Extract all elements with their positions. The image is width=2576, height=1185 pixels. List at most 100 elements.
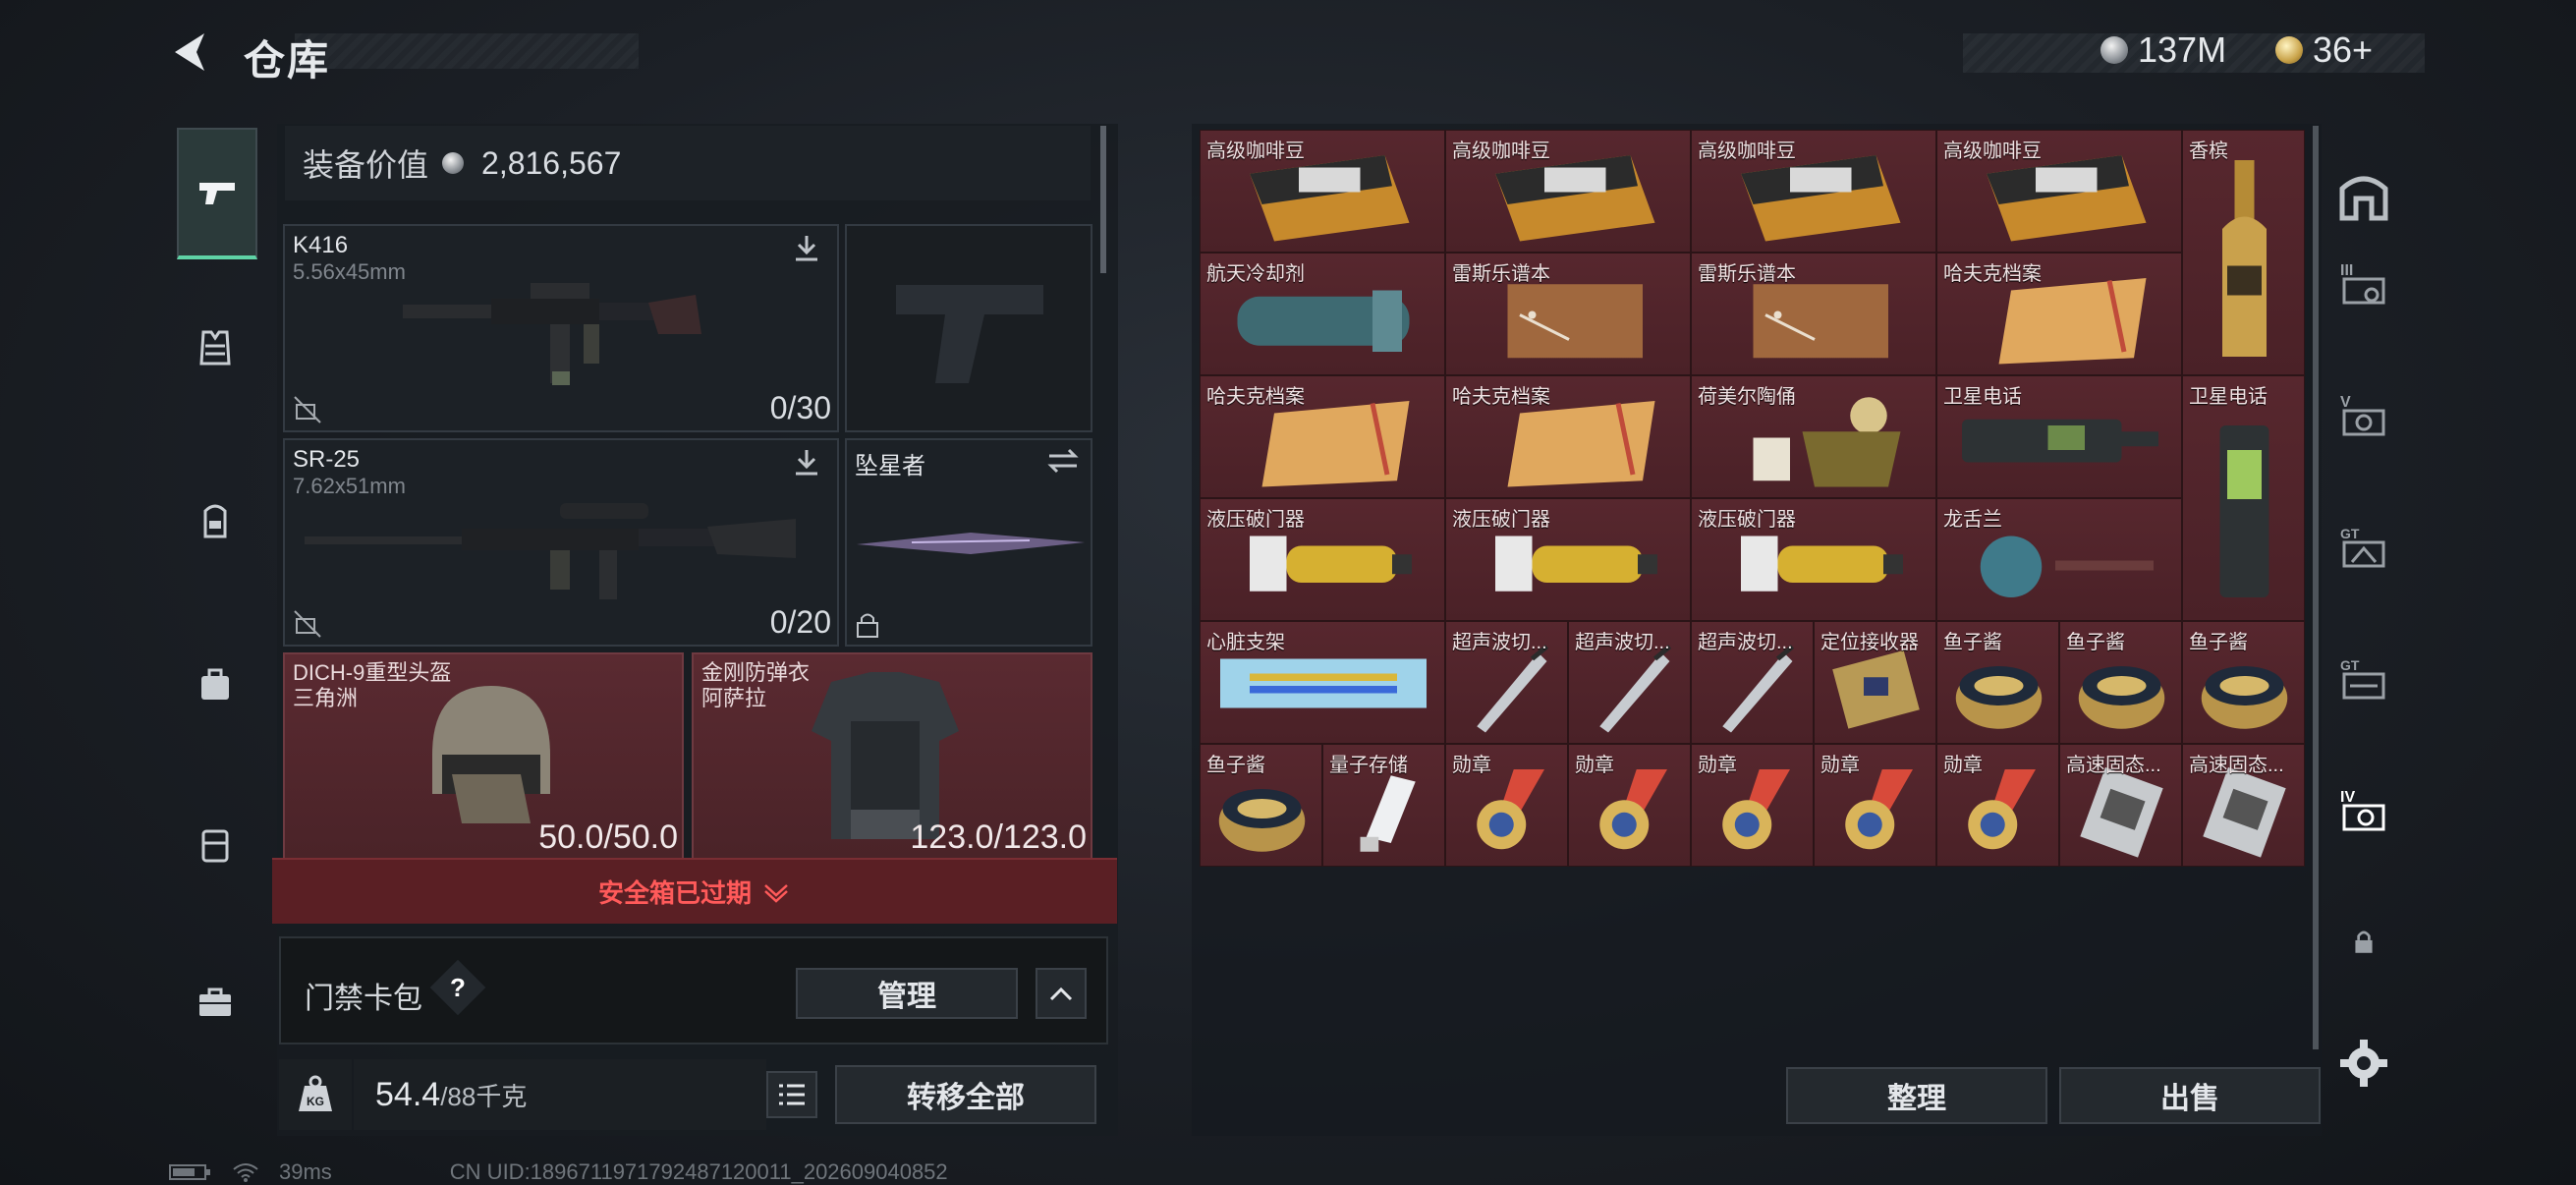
safebox-expired-bar[interactable]: 安全箱已过期: [272, 858, 1117, 924]
nav-case[interactable]: [177, 939, 253, 1065]
inventory-item[interactable]: 鱼子酱: [1936, 621, 2059, 744]
armor-name: 金刚防弹衣: [701, 660, 811, 685]
inventory-item[interactable]: 高级咖啡豆: [1200, 130, 1445, 253]
inventory-item[interactable]: 液压破门器: [1445, 498, 1691, 621]
tab-storage-IV[interactable]: IV: [2328, 774, 2399, 845]
inventory-item[interactable]: 鱼子酱: [1200, 744, 1322, 867]
nav-weapon[interactable]: [177, 128, 257, 259]
uid-text: CN UID:1896711971792487120011_2026090408…: [449, 1159, 948, 1184]
inventory-item[interactable]: 高级咖啡豆: [1936, 130, 2182, 253]
home-tab-icon: [2339, 176, 2388, 221]
armor-slot[interactable]: 金刚防弹衣 阿萨拉 123.0/123.0: [692, 652, 1092, 861]
tab-home[interactable]: [2328, 161, 2399, 232]
inventory-item[interactable]: 心脏支架: [1200, 621, 1445, 744]
inventory-item[interactable]: 高级咖啡豆: [1691, 130, 1936, 253]
loadout-scrollbar[interactable]: [1100, 126, 1106, 273]
silver-currency[interactable]: 137M: [2100, 29, 2226, 71]
inventory-item[interactable]: 卫星电话: [1936, 375, 2182, 498]
ammo-count: 0/30: [769, 390, 831, 425]
inventory-item[interactable]: 勋章: [1691, 744, 1814, 867]
inventory-grid: 高级咖啡豆 高级咖啡豆 高级咖啡豆 高级咖啡豆 香槟 航天冷却剂 雷斯乐谱本 雷斯乐谱本 哈夫克…: [1200, 130, 2305, 867]
inventory-item[interactable]: 高级咖啡豆: [1445, 130, 1691, 253]
tab-storage-V[interactable]: V: [2328, 379, 2399, 450]
nav-backpack[interactable]: [177, 458, 253, 584]
inventory-item[interactable]: 定位接收器: [1814, 621, 1936, 744]
helmet-slot[interactable]: DICH-9重型头盔 三角洲 50.0/50.0: [283, 652, 684, 861]
inventory-scrollbar[interactable]: [2313, 126, 2319, 1049]
inventory-item[interactable]: 哈夫克档案: [1200, 375, 1445, 498]
svg-text:IV: IV: [2340, 789, 2355, 806]
melee-name: 坠星者: [855, 453, 925, 480]
settings-button[interactable]: [2328, 1028, 2399, 1099]
rifle-image: [403, 283, 701, 385]
inventory-item[interactable]: 哈夫克档案: [1936, 253, 2182, 375]
silver-coin-icon: [442, 152, 465, 174]
inventory-item[interactable]: 卫星电话: [2182, 375, 2305, 621]
inventory-item[interactable]: 雷斯乐谱本: [1445, 253, 1691, 375]
item-label: 液压破门器: [1698, 509, 1796, 531]
inventory-item[interactable]: 超声波切...: [1445, 621, 1568, 744]
secondary-weapon-slot[interactable]: SR-25 7.62x51mm 0/20: [283, 438, 839, 647]
inventory-item[interactable]: 液压破门器: [1691, 498, 1936, 621]
tab-storage-GT1[interactable]: GT: [2328, 511, 2399, 582]
inventory-item[interactable]: 鱼子酱: [2182, 621, 2305, 744]
inventory-item[interactable]: 香槟: [2182, 130, 2305, 375]
inventory-item[interactable]: 高速固态...: [2059, 744, 2182, 867]
inventory-item[interactable]: 量子存储: [1322, 744, 1445, 867]
equipment-slot-nav: [169, 118, 261, 1140]
download-icon[interactable]: [790, 446, 823, 480]
armor-source: 阿萨拉: [701, 686, 767, 710]
weight-icon: KG: [299, 1075, 332, 1111]
item-label: 超声波切...: [1452, 632, 1547, 653]
gold-currency[interactable]: 36+: [2275, 29, 2373, 71]
safebox-status-text: 安全箱已过期: [597, 878, 752, 908]
download-icon[interactable]: [790, 232, 823, 265]
helmet-image: [432, 686, 550, 823]
item-label: 超声波切...: [1698, 632, 1793, 653]
inventory-item[interactable]: 哈夫克档案: [1445, 375, 1691, 498]
lock-icon: [2355, 931, 2373, 953]
nav-pouch[interactable]: [177, 782, 253, 908]
help-button[interactable]: ?: [429, 959, 486, 1016]
item-label: 高速固态...: [2066, 755, 2161, 776]
inventory-item[interactable]: 液压破门器: [1200, 498, 1445, 621]
item-label: 勋章: [1452, 755, 1491, 776]
settings-icon: [2340, 1040, 2387, 1087]
inventory-item[interactable]: 超声波切...: [1691, 621, 1814, 744]
back-button[interactable]: [167, 28, 216, 77]
inventory-item[interactable]: 勋章: [1814, 744, 1936, 867]
gold-amount: 36+: [2313, 29, 2374, 70]
list-view-button[interactable]: [766, 1071, 817, 1118]
storage-GT1-icon: GT: [2340, 526, 2385, 568]
tab-storage-GT2[interactable]: GT: [2328, 643, 2399, 713]
organize-button[interactable]: 整理: [1786, 1067, 2047, 1124]
inventory-item[interactable]: 高速固态...: [2182, 744, 2305, 867]
inventory-item[interactable]: 雷斯乐谱本: [1691, 253, 1936, 375]
inventory-item[interactable]: 航天冷却剂: [1200, 253, 1445, 375]
inventory-item[interactable]: 鱼子酱: [2059, 621, 2182, 744]
primary-weapon-slot[interactable]: K416 5.56x45mm 0/30: [283, 224, 839, 432]
item-label: 卫星电话: [1943, 386, 2022, 408]
inventory-item[interactable]: 龙舌兰: [1936, 498, 2182, 621]
transfer-all-button[interactable]: 转移全部: [835, 1065, 1096, 1124]
pouch-icon: [201, 829, 229, 863]
item-label: 高级咖啡豆: [1943, 141, 2042, 162]
inventory-item[interactable]: 勋章: [1445, 744, 1568, 867]
keycard-collapse-button[interactable]: [1036, 968, 1087, 1019]
inventory-item[interactable]: 勋章: [1936, 744, 2059, 867]
sidearm-slot[interactable]: [845, 224, 1092, 432]
keycard-manage-button[interactable]: 管理: [796, 968, 1018, 1019]
sell-button[interactable]: 出售: [2059, 1067, 2321, 1124]
equipment-value: 2,816,567: [481, 144, 622, 181]
list-icon: [779, 1084, 805, 1105]
tab-storage-III[interactable]: III: [2328, 248, 2399, 318]
inventory-item[interactable]: 荷美尔陶俑: [1691, 375, 1936, 498]
melee-slot[interactable]: 坠星者: [845, 438, 1092, 647]
inventory-item[interactable]: 勋章: [1568, 744, 1691, 867]
silver-coin-icon: [2100, 36, 2128, 64]
inventory-item[interactable]: 超声波切...: [1568, 621, 1691, 744]
nav-bag[interactable]: [177, 621, 253, 747]
tab-locked[interactable]: [2328, 906, 2399, 977]
swap-icon[interactable]: [1045, 446, 1081, 476]
nav-vest[interactable]: [177, 285, 253, 411]
